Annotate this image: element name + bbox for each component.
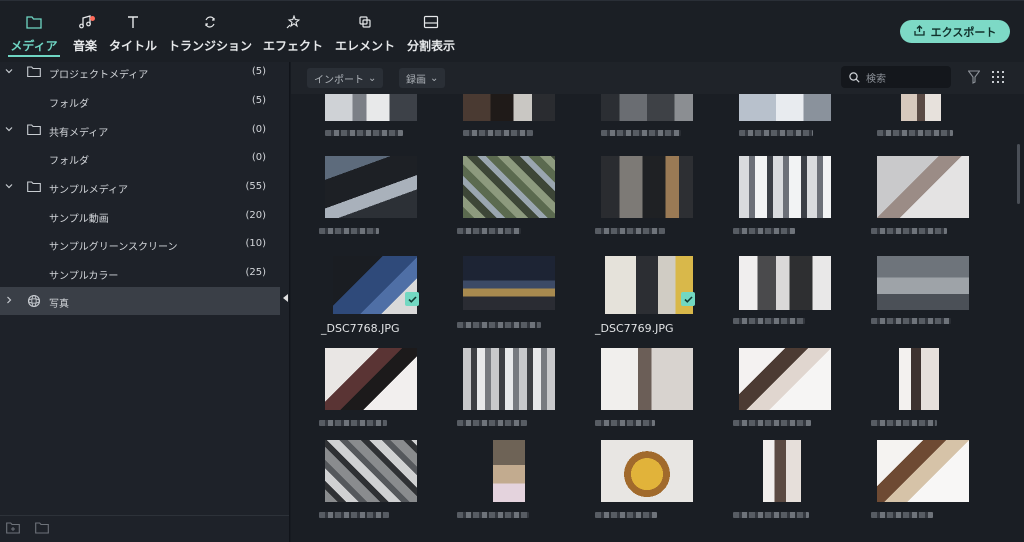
sidebar-item-project-folder[interactable]: フォルダ (5) [0,87,280,115]
chevron-down-icon: ⌄ [368,72,377,84]
search-icon [849,71,860,83]
record-label: 録画 [406,74,426,86]
tab-title[interactable]: タイトル [108,11,158,57]
text-t-icon [108,15,158,35]
search-input[interactable]: 検索 [841,66,951,88]
import-dropdown[interactable]: インポート ⌄ [307,68,384,88]
sidebar-item-label: 写真 [49,299,69,310]
tab-audio-label: 音楽 [72,39,97,53]
sidebar-item-sample-green-screen[interactable]: サンプルグリーンスクリーン (10) [0,230,280,258]
grid-view-icon[interactable] [992,71,1004,83]
search-placeholder: 検索 [866,73,886,85]
sidebar-item-sample-video[interactable]: サンプル動画 (20) [0,202,280,230]
tab-effect[interactable]: エフェクト [262,11,324,57]
sidebar-item-photos[interactable]: 写真 [0,287,280,315]
media-grid: _DSC7768.JPG _DSC7769.JPG [291,94,1024,542]
tab-media[interactable]: メディア [8,11,60,57]
sidebar-item-sample-media[interactable]: サンプルメディア (55) [0,173,280,201]
sidebar-item-label: サンプル動画 [49,214,109,225]
checkmark-icon[interactable] [681,292,695,306]
chevron-down-icon[interactable] [5,67,13,75]
filter-icon[interactable] [968,70,980,84]
sidebar-item-label: プロジェクトメディア [49,70,149,81]
export-label: エクスポート [930,25,997,39]
tab-element[interactable]: エレメント [334,11,396,57]
media-library-sidebar: プロジェクトメディア (5) フォルダ (5) 共有メディア (0) フォルダ … [0,62,290,542]
sidebar-item-label: サンプルグリーンスクリーン [49,242,178,253]
record-dropdown[interactable]: 録画 ⌄ [399,68,446,88]
sidebar-item-label: フォルダ [49,99,89,110]
sidebar-item-label: サンプルメディア [49,185,128,196]
chevron-down-icon[interactable] [5,182,13,190]
item-count: (5) [251,66,266,77]
tab-effect-label: エフェクト [262,39,323,53]
element-layers-icon [334,15,396,35]
item-count: (20) [245,210,266,221]
top-toolbar: メディア 音楽 タイトル トランジション エフェクト エレメント 分割表示 エク… [0,0,1024,62]
tab-transition[interactable]: トランジション [168,11,252,57]
item-count: (55) [245,181,266,192]
sidebar-item-project-media[interactable]: プロジェクトメディア (5) [0,58,280,86]
file-name: _DSC7768.JPG [321,322,400,335]
chevron-down-icon: ⌄ [430,72,439,84]
sidebar-item-label: フォルダ [49,156,89,167]
music-note-icon [68,15,102,35]
folder-icon[interactable] [35,522,49,534]
notification-dot [90,16,95,21]
tab-audio[interactable]: 音楽 [68,11,102,57]
chevron-right-icon[interactable] [5,296,13,304]
scrollbar[interactable] [1017,144,1020,204]
tab-split-screen[interactable]: 分割表示 [404,11,458,57]
item-count: (0) [251,152,266,163]
sidebar-footer [0,515,289,542]
sphere-folder-icon [27,294,41,308]
sidebar-item-shared-media[interactable]: 共有メディア (0) [0,116,280,144]
item-count: (5) [251,95,266,106]
media-toolbar: インポート ⌄ 録画 ⌄ 検索 [291,62,1024,94]
folder-icon [27,181,41,192]
active-tab-underline [8,55,60,57]
split-screen-icon [404,15,458,35]
checkmark-icon[interactable] [405,292,419,306]
media-browser: インポート ⌄ 録画 ⌄ 検索 _DSC7768.JPG _DSC7769.JP… [291,62,1024,542]
new-folder-icon[interactable] [6,522,20,534]
folder-icon [8,15,60,35]
collapse-sidebar-arrow[interactable] [283,294,288,302]
tab-media-label: メディア [10,39,58,53]
tab-transition-label: トランジション [168,39,253,53]
export-button[interactable]: エクスポート [900,20,1010,43]
sidebar-item-sample-color[interactable]: サンプルカラー (25) [0,259,280,287]
sidebar-item-label: サンプルカラー [49,271,119,282]
folder-icon [27,124,41,135]
item-count: (25) [245,267,266,278]
sidebar-item-shared-folder[interactable]: フォルダ (0) [0,144,280,172]
tab-split-screen-label: 分割表示 [406,39,455,53]
export-icon [914,24,925,39]
folder-icon [27,66,41,77]
chevron-down-icon[interactable] [5,125,13,133]
transition-icon [168,15,252,35]
effect-star-icon [262,15,324,35]
tab-element-label: エレメント [334,39,395,53]
tab-title-label: タイトル [108,39,157,53]
sidebar-item-label: 共有メディア [49,128,109,139]
item-count: (0) [251,124,266,135]
import-label: インポート [314,74,364,86]
file-name: _DSC7769.JPG [595,322,674,335]
item-count: (10) [245,238,266,249]
